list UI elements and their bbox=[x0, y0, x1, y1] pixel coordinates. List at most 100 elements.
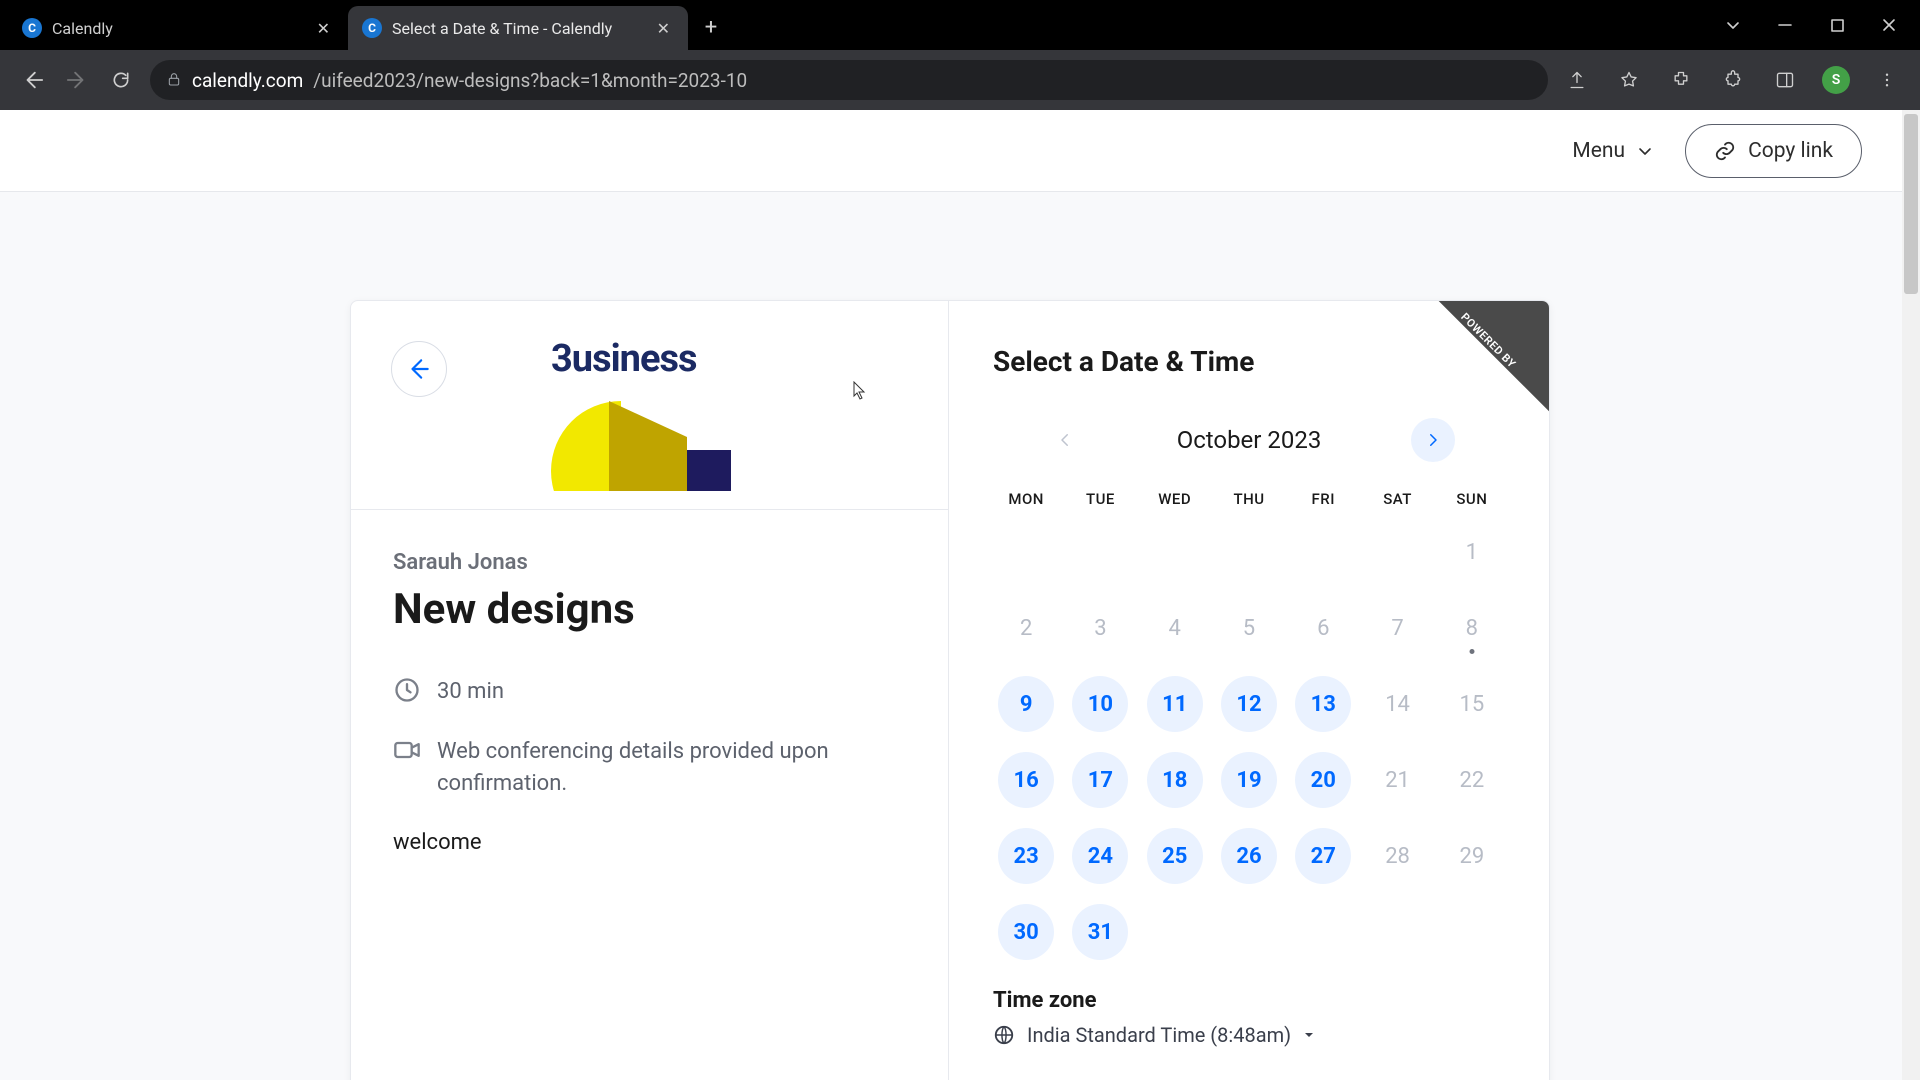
calendar-grid: 1234567891011121314151617181920212223242… bbox=[993, 520, 1505, 964]
calendar-week-row: 9101112131415 bbox=[993, 672, 1505, 736]
calendar-day bbox=[1364, 900, 1430, 964]
calendar-day bbox=[1290, 520, 1356, 584]
tab-title: Calendly bbox=[52, 19, 303, 38]
nav-forward-button[interactable] bbox=[62, 65, 92, 95]
calendar-day: 22 bbox=[1439, 748, 1505, 812]
globe-icon bbox=[993, 1024, 1015, 1046]
favicon-icon: C bbox=[22, 18, 42, 38]
weekday-label: THU bbox=[1216, 490, 1282, 508]
tab-title: Select a Date & Time - Calendly bbox=[392, 19, 643, 38]
scrollbar[interactable] bbox=[1902, 110, 1920, 1080]
weekday-label: WED bbox=[1142, 490, 1208, 508]
tab-search-icon[interactable] bbox=[1724, 16, 1742, 34]
window-controls bbox=[1702, 0, 1920, 50]
window-close-icon[interactable] bbox=[1880, 16, 1898, 34]
close-tab-icon[interactable]: ✕ bbox=[653, 17, 674, 40]
browser-tabstrip: C Calendly ✕ C Select a Date & Time - Ca… bbox=[0, 0, 1920, 50]
calendar-day[interactable]: 10 bbox=[1067, 672, 1133, 736]
calendar-day: 15 bbox=[1439, 672, 1505, 736]
calendar-day[interactable]: 31 bbox=[1067, 900, 1133, 964]
share-icon[interactable] bbox=[1562, 65, 1592, 95]
favicon-icon: C bbox=[362, 18, 382, 38]
url-host: calendly.com bbox=[192, 69, 303, 92]
calendar-day[interactable]: 12 bbox=[1216, 672, 1282, 736]
copy-link-label: Copy link bbox=[1748, 139, 1833, 163]
page-viewport: Menu Copy link POWERED BY Calendly bbox=[0, 110, 1920, 1080]
calendar-day: 21 bbox=[1364, 748, 1430, 812]
browser-toolbar: calendly.com/uifeed2023/new-designs?back… bbox=[0, 50, 1920, 110]
bookmark-star-icon[interactable] bbox=[1614, 65, 1644, 95]
calendar-day[interactable]: 30 bbox=[993, 900, 1059, 964]
address-bar[interactable]: calendly.com/uifeed2023/new-designs?back… bbox=[150, 60, 1548, 100]
video-icon bbox=[393, 736, 421, 764]
calendar-day: 2 bbox=[993, 596, 1059, 660]
extensions-icon[interactable] bbox=[1666, 65, 1696, 95]
calendar-day[interactable]: 24 bbox=[1067, 824, 1133, 888]
side-panel-icon[interactable] bbox=[1770, 65, 1800, 95]
calendar-day[interactable]: 20 bbox=[1290, 748, 1356, 812]
toolbar-actions: S bbox=[1562, 65, 1902, 95]
calendar-day[interactable]: 23 bbox=[993, 824, 1059, 888]
cursor-icon bbox=[853, 381, 867, 401]
calendar-day: 8 bbox=[1439, 596, 1505, 660]
duration-row: 30 min bbox=[393, 676, 906, 708]
back-button[interactable] bbox=[391, 341, 447, 397]
weekday-label: FRI bbox=[1290, 490, 1356, 508]
profile-avatar[interactable]: S bbox=[1822, 66, 1850, 94]
select-heading: Select a Date & Time bbox=[993, 345, 1505, 378]
close-tab-icon[interactable]: ✕ bbox=[313, 17, 334, 40]
calendar-day[interactable]: 26 bbox=[1216, 824, 1282, 888]
host-name: Sarauh Jonas bbox=[393, 550, 906, 575]
host-logo: 3usiness bbox=[551, 337, 731, 491]
calendar-day[interactable]: 17 bbox=[1067, 748, 1133, 812]
extensions-puzzle-icon[interactable] bbox=[1718, 65, 1748, 95]
calendar-day: 7 bbox=[1364, 596, 1430, 660]
window-maximize-icon[interactable] bbox=[1828, 16, 1846, 34]
calendar-day[interactable]: 27 bbox=[1290, 824, 1356, 888]
next-month-button[interactable] bbox=[1411, 418, 1455, 462]
window-minimize-icon[interactable] bbox=[1776, 16, 1794, 34]
copy-link-button[interactable]: Copy link bbox=[1685, 124, 1862, 178]
calendar-week-row: 2345678 bbox=[993, 596, 1505, 660]
month-label: October 2023 bbox=[1177, 426, 1322, 454]
browser-tab-1[interactable]: C Select a Date & Time - Calendly ✕ bbox=[348, 6, 688, 50]
new-tab-button[interactable]: + bbox=[694, 10, 728, 44]
calendar-day[interactable]: 16 bbox=[993, 748, 1059, 812]
event-title: New designs bbox=[393, 585, 906, 634]
url-path: /uifeed2023/new-designs?back=1&month=202… bbox=[313, 69, 747, 92]
weekday-label: MON bbox=[993, 490, 1059, 508]
nav-back-button[interactable] bbox=[18, 65, 48, 95]
duration-text: 30 min bbox=[437, 676, 504, 708]
calendar-day[interactable]: 25 bbox=[1142, 824, 1208, 888]
calendar-day: 29 bbox=[1439, 824, 1505, 888]
calendar-week-row: 16171819202122 bbox=[993, 748, 1505, 812]
calendar-day bbox=[993, 520, 1059, 584]
calendar-day[interactable]: 9 bbox=[993, 672, 1059, 736]
calendar-day bbox=[1142, 520, 1208, 584]
calendar-day[interactable]: 13 bbox=[1290, 672, 1356, 736]
weekday-header: MONTUEWEDTHUFRISATSUN bbox=[993, 490, 1505, 508]
calendar-day: 28 bbox=[1364, 824, 1430, 888]
kebab-menu-icon[interactable] bbox=[1872, 65, 1902, 95]
menu-label: Menu bbox=[1572, 139, 1625, 163]
calendar-week-row: 3031 bbox=[993, 900, 1505, 964]
menu-dropdown[interactable]: Menu bbox=[1566, 129, 1659, 173]
timezone-picker[interactable]: India Standard Time (8:48am) bbox=[993, 1023, 1505, 1047]
location-text: Web conferencing details provided upon c… bbox=[437, 736, 906, 800]
link-icon bbox=[1714, 140, 1736, 162]
event-description: welcome bbox=[393, 830, 906, 855]
calendar-day: 3 bbox=[1067, 596, 1133, 660]
chevron-down-icon bbox=[1637, 143, 1653, 159]
browser-tab-0[interactable]: C Calendly ✕ bbox=[8, 6, 348, 50]
month-nav: October 2023 bbox=[993, 418, 1505, 462]
calendar-day bbox=[1216, 900, 1282, 964]
timezone-value: India Standard Time (8:48am) bbox=[1027, 1023, 1291, 1047]
nav-reload-button[interactable] bbox=[106, 65, 136, 95]
weekday-label: SAT bbox=[1364, 490, 1430, 508]
scrollbar-thumb[interactable] bbox=[1904, 114, 1918, 294]
calendar-day[interactable]: 18 bbox=[1142, 748, 1208, 812]
calendar-day bbox=[1439, 900, 1505, 964]
prev-month-button[interactable] bbox=[1043, 418, 1087, 462]
calendar-day[interactable]: 11 bbox=[1142, 672, 1208, 736]
calendar-day[interactable]: 19 bbox=[1216, 748, 1282, 812]
